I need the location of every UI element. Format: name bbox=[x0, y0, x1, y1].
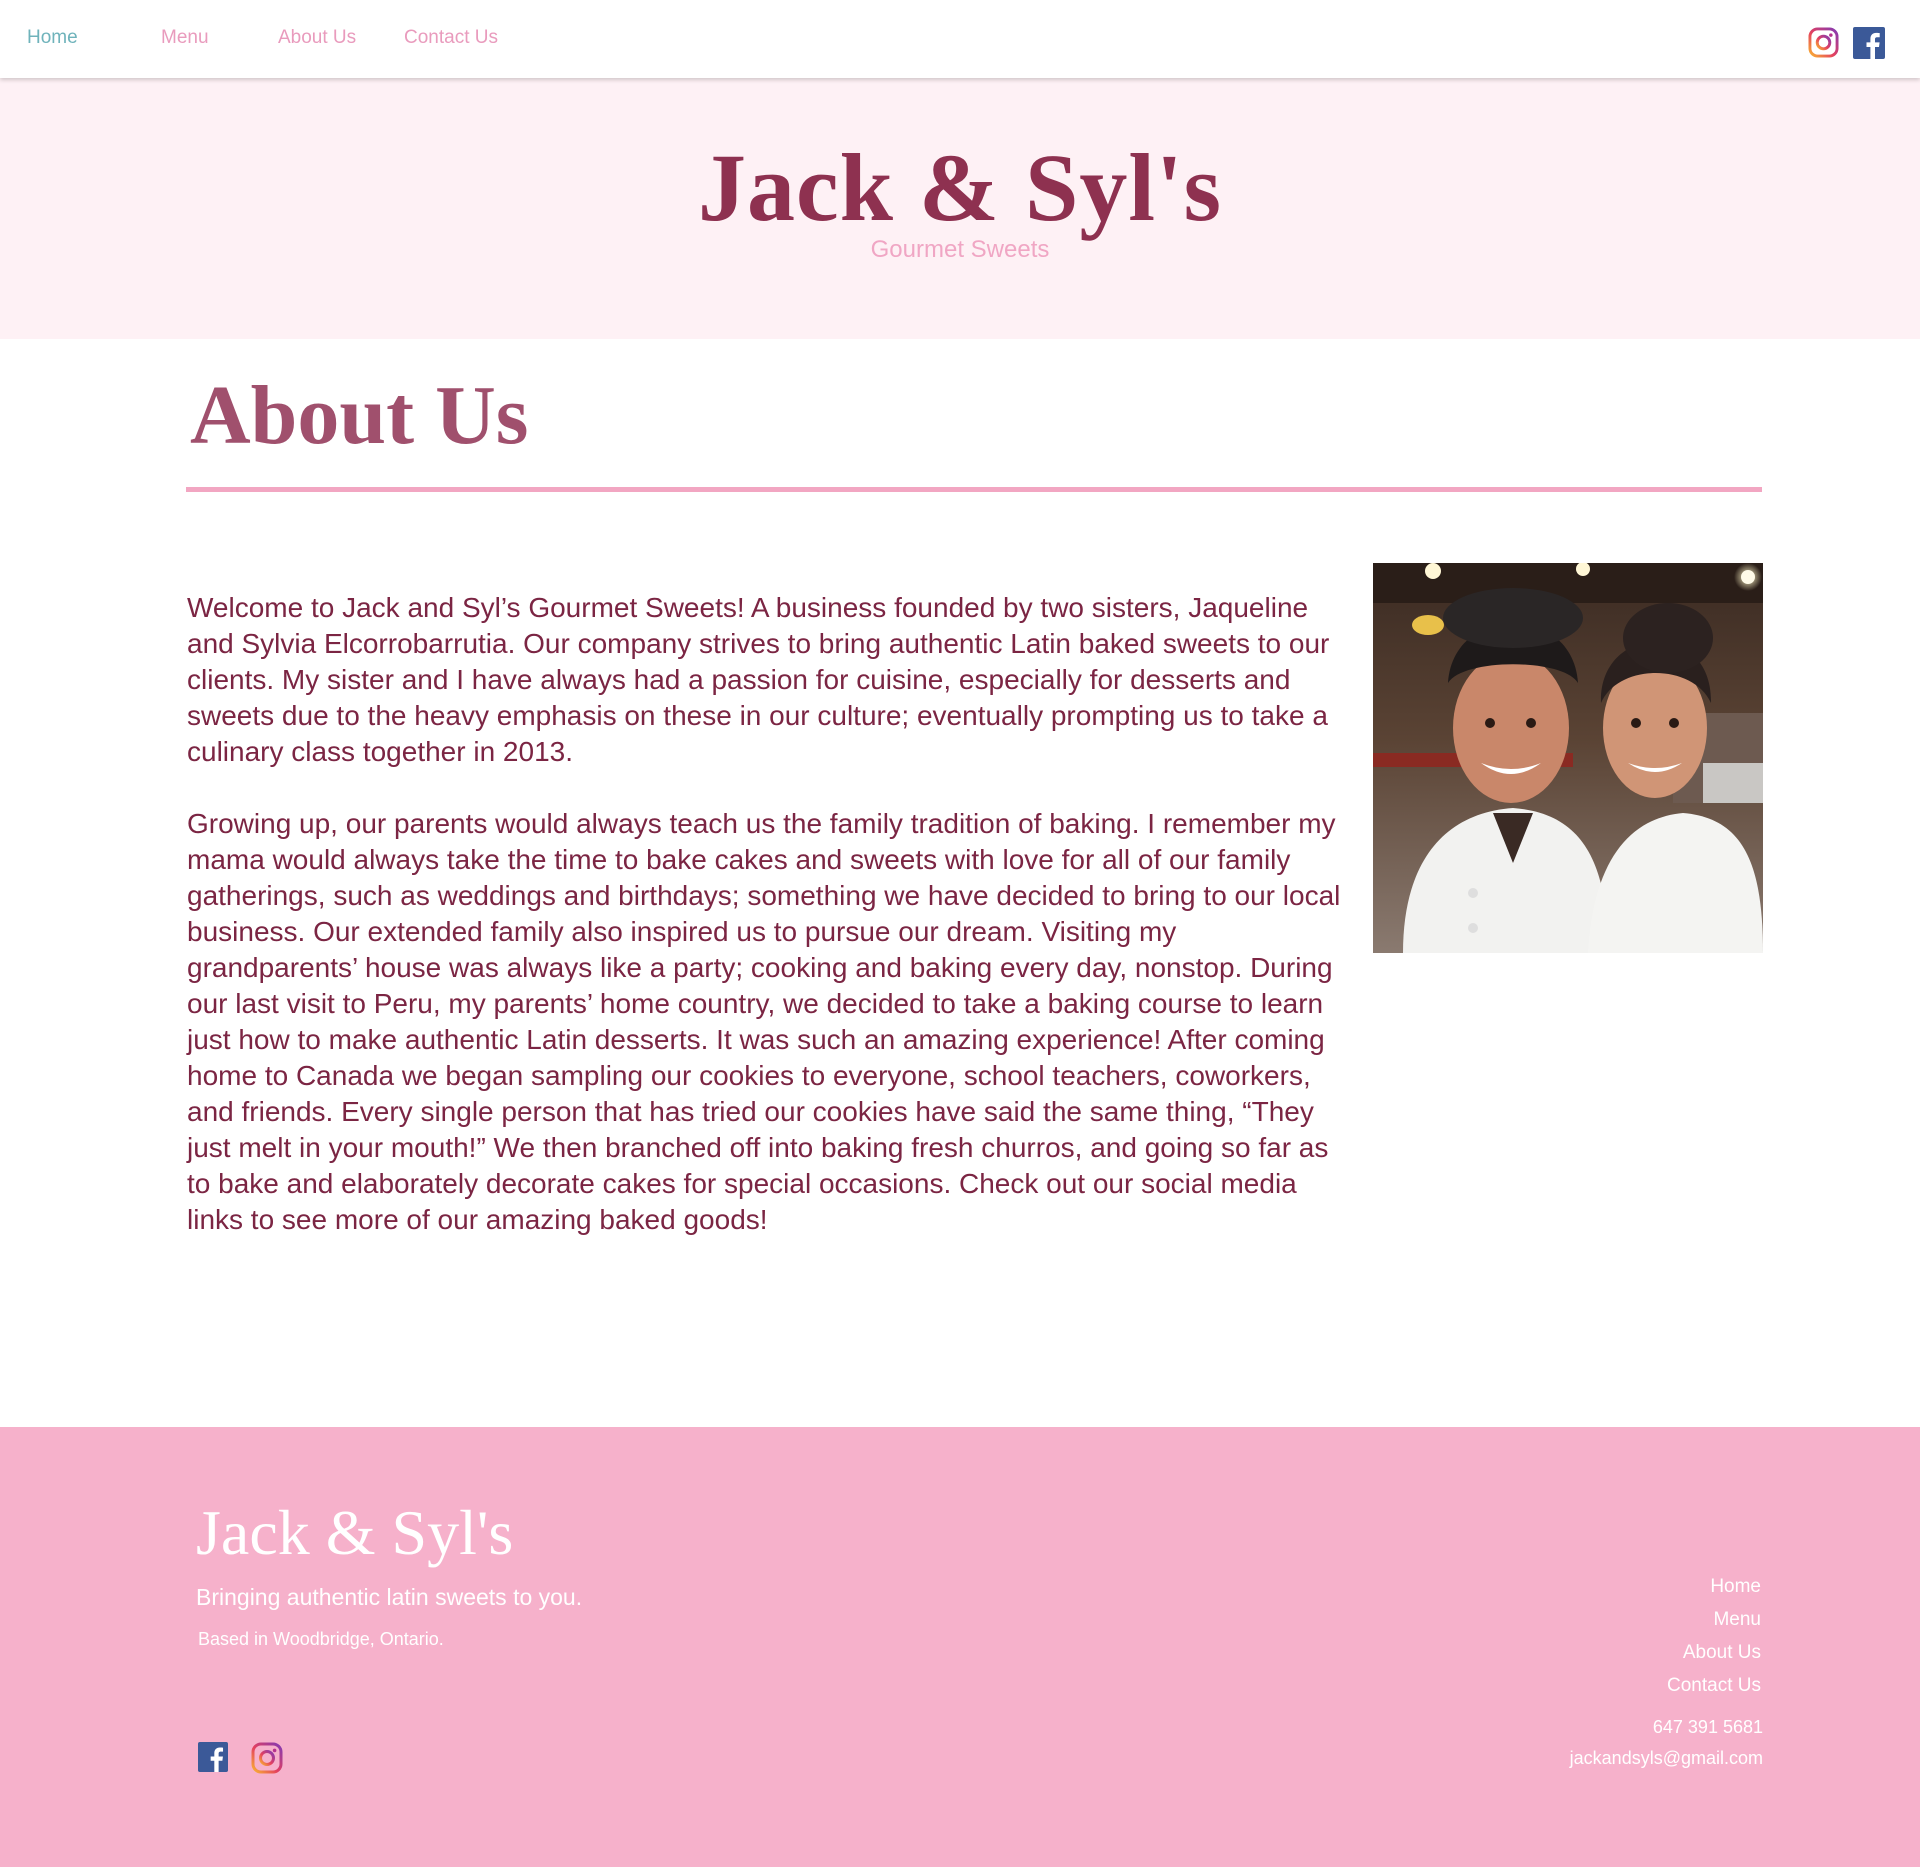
footer-link-home[interactable]: Home bbox=[1667, 1570, 1761, 1603]
footer-logo-title: Jack & Syl's bbox=[196, 1497, 514, 1568]
footer-link-menu[interactable]: Menu bbox=[1667, 1603, 1761, 1636]
footer-location: Based in Woodbridge, Ontario. bbox=[198, 1629, 444, 1649]
site-footer: Jack & Syl's Bringing authentic latin sw… bbox=[0, 1427, 1920, 1867]
sisters-photo bbox=[1373, 563, 1763, 953]
facebook-icon[interactable] bbox=[198, 1742, 228, 1772]
instagram-icon[interactable] bbox=[1808, 27, 1839, 58]
about-body: Welcome to Jack and Syl’s Gourmet Sweets… bbox=[187, 590, 1347, 1238]
about-paragraph: Growing up, our parents would always tea… bbox=[187, 808, 1341, 1235]
footer-tagline: Bringing authentic latin sweets to you. bbox=[196, 1584, 583, 1610]
footer-navigation: Home Menu About Us Contact Us bbox=[1667, 1570, 1761, 1702]
site-logo-title: Jack & Syl's bbox=[697, 134, 1223, 241]
footer-email[interactable]: jackandsyls@gmail.com bbox=[1570, 1743, 1763, 1774]
heading-divider bbox=[186, 487, 1762, 492]
instagram-icon[interactable] bbox=[251, 1742, 283, 1774]
nav-link-home[interactable]: Home bbox=[27, 27, 78, 49]
page-title: About Us bbox=[190, 369, 529, 462]
footer-contact: 647 391 5681 jackandsyls@gmail.com bbox=[1570, 1712, 1763, 1774]
site-subtitle: Gourmet Sweets bbox=[870, 236, 1050, 263]
top-navigation: Home Menu About Us Contact Us bbox=[0, 0, 1920, 78]
facebook-icon[interactable] bbox=[1853, 27, 1885, 59]
hero-banner: Jack & Syl's Gourmet Sweets bbox=[0, 78, 1920, 339]
footer-link-about-us[interactable]: About Us bbox=[1667, 1636, 1761, 1669]
nav-link-about-us[interactable]: About Us bbox=[278, 27, 356, 49]
footer-phone: 647 391 5681 bbox=[1652, 1717, 1763, 1737]
nav-link-menu[interactable]: Menu bbox=[161, 27, 209, 49]
nav-link-contact-us[interactable]: Contact Us bbox=[404, 27, 498, 49]
about-paragraph: Welcome to Jack and Syl’s Gourmet Sweets… bbox=[187, 592, 1330, 767]
footer-link-contact-us[interactable]: Contact Us bbox=[1667, 1669, 1761, 1702]
